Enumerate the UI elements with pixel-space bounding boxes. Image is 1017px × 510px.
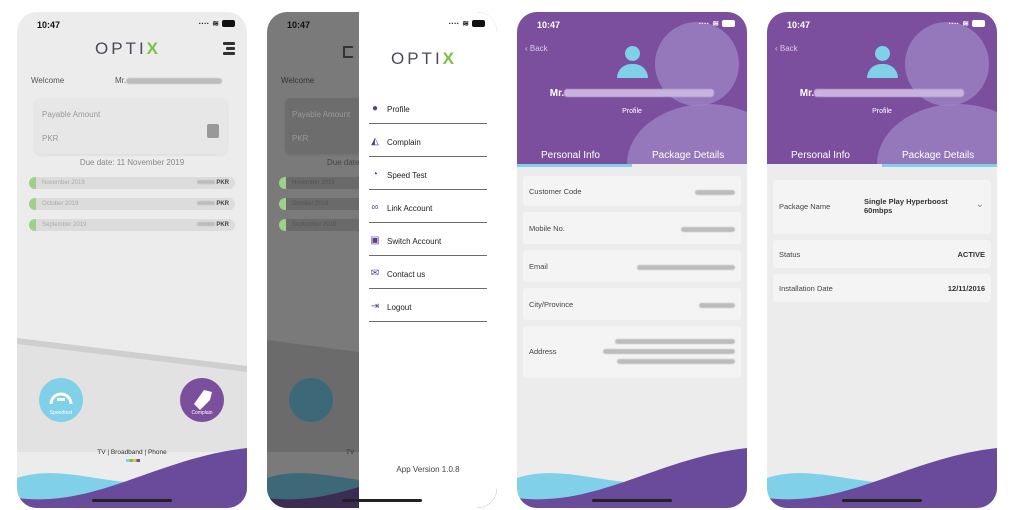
signal-icon: ···· bbox=[198, 19, 210, 28]
back-button[interactable]: ‹ Back bbox=[775, 44, 798, 53]
menu-icon[interactable] bbox=[223, 42, 235, 57]
due-date: Due date: 11 November 2019 bbox=[79, 158, 185, 167]
active-tab-indicator bbox=[882, 164, 997, 167]
field-customer-code: Customer Code bbox=[523, 176, 741, 206]
package-details-screen: 10:47 ···· ≋ ‹ Back Mr. Profile Personal … bbox=[767, 12, 997, 508]
avatar-icon bbox=[617, 46, 648, 80]
welcome-label: Welcome bbox=[31, 76, 65, 85]
active-tab-indicator bbox=[517, 164, 632, 167]
profile-label: Profile bbox=[622, 108, 642, 115]
settings-icon[interactable] bbox=[207, 124, 219, 138]
menu-screen: 10:47 ···· ≋ Welcome Payable Amount PKR D… bbox=[267, 12, 497, 508]
tab-package-details[interactable]: Package Details bbox=[902, 150, 974, 161]
menu-item-switch-account[interactable]: ▣ Switch Account bbox=[369, 226, 487, 256]
back-button[interactable]: ‹ Back bbox=[525, 44, 548, 53]
tab-personal-info[interactable]: Personal Info bbox=[791, 150, 850, 161]
menu-item-speed-test[interactable]: ◔ Speed Test bbox=[369, 160, 487, 190]
wifi-icon: ≋ bbox=[962, 19, 969, 28]
menu-item-contact-us[interactable]: ✉ Contact us bbox=[369, 259, 487, 289]
speedometer-icon: ◔ bbox=[371, 169, 379, 180]
complain-button[interactable]: Complain bbox=[180, 378, 224, 422]
speedometer-icon bbox=[49, 392, 73, 405]
mail-icon: ✉ bbox=[370, 268, 380, 279]
menu-item-link-account[interactable]: ∞ Link Account bbox=[369, 193, 487, 223]
avatar-icon bbox=[867, 46, 898, 80]
payable-label: Payable Amount bbox=[42, 110, 101, 119]
history-row[interactable]: September 2019 PKR bbox=[29, 219, 235, 231]
battery-icon bbox=[972, 20, 985, 27]
link-icon: ∞ bbox=[371, 202, 379, 213]
optix-logo: OPTIX bbox=[391, 49, 458, 68]
app-version: App Version 1.0.8 bbox=[396, 465, 460, 474]
history-row[interactable]: October 2019 PKR bbox=[29, 198, 235, 210]
signal-icon: ···· bbox=[448, 19, 460, 28]
field-mobile: Mobile No. bbox=[523, 212, 741, 244]
wifi-icon: ≋ bbox=[212, 19, 219, 28]
profile-label: Profile bbox=[872, 108, 892, 115]
tab-personal-info[interactable]: Personal Info bbox=[541, 150, 600, 161]
person-icon: ● bbox=[371, 103, 379, 114]
switch-icon: ▣ bbox=[370, 235, 380, 246]
home-screen: 10:47 ···· ≋ OPTIX Welcome Mr. Payable Am… bbox=[17, 12, 247, 508]
payable-card: Payable Amount PKR bbox=[35, 98, 227, 154]
tag-icon bbox=[194, 390, 212, 410]
wifi-icon: ≋ bbox=[462, 19, 469, 28]
menu-item-logout[interactable]: ⇥ Logout bbox=[369, 292, 487, 322]
profile-name: Mr. bbox=[517, 88, 747, 99]
optix-logo: OPTIX bbox=[95, 39, 162, 58]
chevron-down-icon: ⌄ bbox=[975, 199, 984, 210]
megaphone-icon: ◭ bbox=[371, 136, 379, 147]
battery-icon bbox=[722, 20, 735, 27]
personal-info-screen: 10:47 ···· ≋ ‹ Back Mr. Profile Personal … bbox=[517, 12, 747, 508]
field-email: Email bbox=[523, 250, 741, 282]
status-time: 10:47 bbox=[37, 20, 61, 30]
signal-icon: ···· bbox=[948, 19, 960, 28]
installation-date-row: Installation Date 12/11/2016 bbox=[773, 274, 991, 302]
wifi-icon: ≋ bbox=[712, 19, 719, 28]
menu-item-complain[interactable]: ◭ Complain bbox=[369, 127, 487, 157]
package-value: Single Play Hyperboost 60mbps bbox=[864, 197, 948, 215]
menu-item-profile[interactable]: ● Profile bbox=[369, 94, 487, 124]
welcome-label: Welcome bbox=[281, 76, 315, 85]
profile-name: Mr. bbox=[767, 88, 997, 99]
battery-icon bbox=[222, 20, 235, 27]
side-menu: OPTIX ● Profile ◭ Complain ◔ Speed Test ∞ Li… bbox=[359, 12, 497, 508]
status-badge: ACTIVE bbox=[957, 250, 985, 259]
currency-label: PKR bbox=[42, 134, 59, 143]
history-row[interactable]: November 2019 PKR bbox=[29, 177, 235, 189]
field-city: City/Province bbox=[523, 288, 741, 320]
user-name: Mr. bbox=[115, 76, 223, 85]
logout-icon: ⇥ bbox=[370, 301, 380, 312]
speedtest-button[interactable]: Speedtest bbox=[39, 378, 83, 422]
signal-icon: ···· bbox=[698, 19, 710, 28]
status-row: Status ACTIVE bbox=[773, 240, 991, 268]
field-address: Address bbox=[523, 326, 741, 378]
tab-package-details[interactable]: Package Details bbox=[652, 150, 724, 161]
status-bar: 10:47 ···· ≋ bbox=[17, 18, 247, 32]
package-name-row[interactable]: Package Name Single Play Hyperboost 60mb… bbox=[773, 180, 991, 234]
battery-icon bbox=[472, 20, 485, 27]
